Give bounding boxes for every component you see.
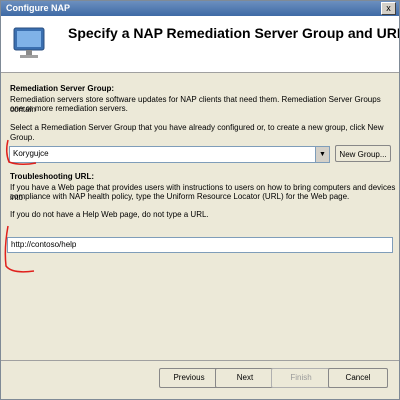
chevron-down-icon[interactable]: ▼ bbox=[315, 147, 329, 162]
wizard-header: Specify a NAP Remediation Server Group a… bbox=[1, 16, 399, 73]
next-button[interactable]: Next bbox=[215, 368, 275, 388]
remediation-group-selected: Korygujce bbox=[13, 149, 49, 158]
new-group-button[interactable]: New Group... bbox=[335, 145, 391, 162]
troubleshooting-description-line2: compliance with NAP health policy, type … bbox=[10, 192, 350, 201]
troubleshooting-note: If you do not have a Help Web page, do n… bbox=[10, 210, 209, 219]
rsg-description-line2: one or more remediation servers. bbox=[10, 104, 128, 113]
window-title: Configure NAP bbox=[6, 3, 70, 13]
finish-button[interactable]: Finish bbox=[271, 368, 331, 388]
troubleshooting-url-field[interactable]: http://contoso/help bbox=[7, 237, 393, 253]
computer-monitor-icon bbox=[13, 27, 45, 58]
page-title: Specify a NAP Remediation Server Group a… bbox=[68, 25, 400, 41]
troubleshooting-url-value: http://contoso/help bbox=[11, 240, 77, 249]
wizard-footer: Previous Next Finish Cancel bbox=[1, 360, 399, 399]
troubleshooting-heading: Troubleshooting URL: bbox=[10, 172, 94, 181]
close-button[interactable]: x bbox=[381, 2, 396, 15]
previous-button[interactable]: Previous bbox=[159, 368, 219, 388]
wizard-content: Remediation Server Group: Remediation se… bbox=[1, 73, 399, 360]
rsg-instruction: Select a Remediation Server Group that y… bbox=[10, 123, 384, 142]
remediation-group-select[interactable]: Korygujce ▼ bbox=[9, 146, 330, 163]
rsg-heading: Remediation Server Group: bbox=[10, 84, 115, 93]
title-bar[interactable]: Configure NAP x bbox=[1, 1, 399, 16]
configure-nap-dialog: Configure NAP x Specify a NAP Remediatio… bbox=[0, 0, 400, 400]
cancel-button[interactable]: Cancel bbox=[328, 368, 388, 388]
